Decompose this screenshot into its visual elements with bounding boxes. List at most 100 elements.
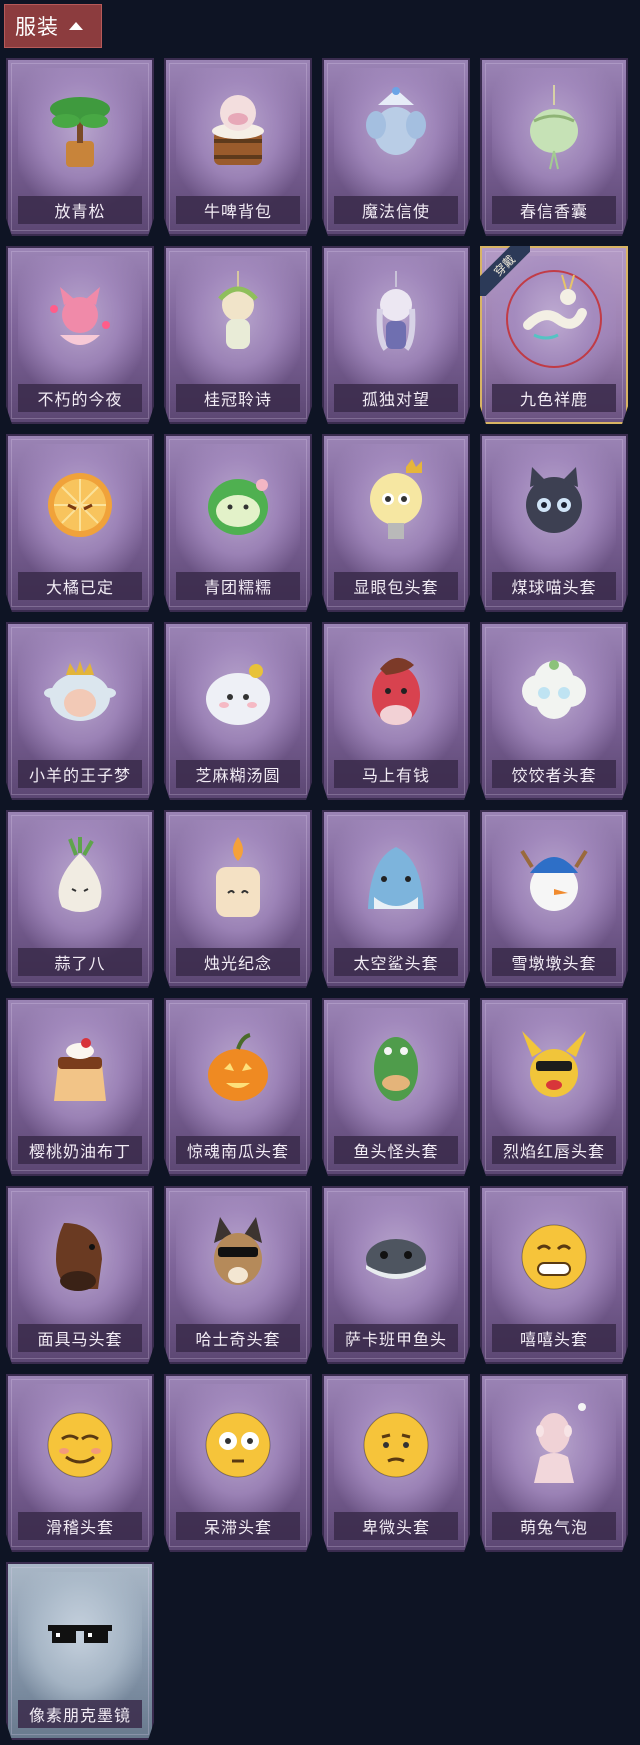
card-name: 牛啤背包 <box>203 202 272 221</box>
costume-card[interactable]: 放青松 <box>6 58 154 236</box>
costume-card[interactable]: 小羊的王子梦 <box>6 622 154 800</box>
costume-card[interactable]: 不朽的今夜 <box>6 246 154 424</box>
costume-card[interactable]: 饺饺者头套 <box>480 622 628 800</box>
costume-card[interactable]: 滑稽头套 <box>6 1374 154 1552</box>
costume-section-toggle[interactable]: 服装 <box>4 4 102 48</box>
card-name-plate: 雪墩墩头套 <box>492 948 616 976</box>
equipped-badge: 穿戴 <box>480 246 530 296</box>
sacabambaspis-icon <box>356 1208 436 1300</box>
costume-card[interactable]: 桂冠聆诗 <box>164 246 312 424</box>
costume-card[interactable]: 惊魂南瓜头套 <box>164 998 312 1176</box>
lonely-doll-icon <box>356 268 436 360</box>
card-name: 煤球喵头套 <box>511 578 597 597</box>
card-name: 萌兔气泡 <box>519 1518 588 1537</box>
costume-card[interactable]: 樱桃奶油布丁 <box>6 998 154 1176</box>
card-name-plate: 大橘已定 <box>18 572 142 600</box>
equipped-badge-label: 穿戴 <box>490 251 518 279</box>
costume-card[interactable]: 芝麻糊汤圆 <box>164 622 312 800</box>
costume-card[interactable]: 青团糯糯 <box>164 434 312 612</box>
costume-card[interactable]: 大橘已定 <box>6 434 154 612</box>
card-name: 太空鲨头套 <box>353 954 439 973</box>
costume-card[interactable]: 九色祥鹿 穿戴 <box>480 246 628 424</box>
card-name: 烛光纪念 <box>203 954 272 973</box>
costume-card[interactable]: 春信香囊 <box>480 58 628 236</box>
costume-card[interactable]: 孤独对望 <box>322 246 470 424</box>
card-name-plate: 显眼包头套 <box>334 572 458 600</box>
card-name-plate: 春信香囊 <box>492 196 616 224</box>
pink-fox-icon <box>40 268 120 360</box>
card-name: 像素朋克墨镜 <box>28 1706 131 1725</box>
fish-head-icon <box>356 1020 436 1112</box>
humble-emoji-icon <box>356 1396 436 1488</box>
pixel-sunglasses-icon <box>40 1584 120 1676</box>
black-cat-head-icon <box>514 456 594 548</box>
card-name: 春信香囊 <box>519 202 588 221</box>
green-rice-ball-icon <box>198 456 278 548</box>
costume-card[interactable]: 呆滞头套 <box>164 1374 312 1552</box>
card-name: 惊魂南瓜头套 <box>186 1142 289 1161</box>
costume-card[interactable]: 雪墩墩头套 <box>480 810 628 988</box>
costume-card[interactable]: 哈士奇头套 <box>164 1186 312 1364</box>
card-name: 放青松 <box>54 202 106 221</box>
costume-grid: 放青松 牛啤背包 魔法信使 春信香囊不朽的今夜 桂冠聆诗 孤独对望 九色祥鹿 穿戴大橘已定 青团… <box>6 58 634 1740</box>
husky-head-icon <box>198 1208 278 1300</box>
card-name-plate: 卑微头套 <box>334 1512 458 1540</box>
card-name-plate: 面具马头套 <box>18 1324 142 1352</box>
card-name-plate: 鱼头怪头套 <box>334 1136 458 1164</box>
card-name-plate: 九色祥鹿 <box>492 384 616 412</box>
costume-card[interactable]: 卑微头套 <box>322 1374 470 1552</box>
costume-card[interactable]: 煤球喵头套 <box>480 434 628 612</box>
grin-emoji-icon <box>514 1208 594 1300</box>
candle-icon <box>198 832 278 924</box>
cloud-dumpling-head-icon <box>514 644 594 736</box>
dazed-emoji-icon <box>198 1396 278 1488</box>
card-name: 孤独对望 <box>361 390 430 409</box>
costume-card[interactable]: 烛光纪念 <box>164 810 312 988</box>
card-name-plate: 滑稽头套 <box>18 1512 142 1540</box>
card-name-plate: 孤独对望 <box>334 384 458 412</box>
costume-card[interactable]: 蒜了八 <box>6 810 154 988</box>
card-name-plate: 嘻嘻头套 <box>492 1324 616 1352</box>
costume-card[interactable]: 太空鲨头套 <box>322 810 470 988</box>
pudding-icon <box>40 1020 120 1112</box>
card-name: 小羊的王子梦 <box>28 766 131 785</box>
costume-card[interactable]: 马上有钱 <box>322 622 470 800</box>
card-name-plate: 烈焰红唇头套 <box>492 1136 616 1164</box>
card-name-plate: 饺饺者头套 <box>492 760 616 788</box>
card-name-plate: 桂冠聆诗 <box>176 384 300 412</box>
card-name: 樱桃奶油布丁 <box>28 1142 131 1161</box>
horse-mask-icon <box>40 1208 120 1300</box>
card-name: 马上有钱 <box>361 766 430 785</box>
card-name: 蒜了八 <box>54 954 106 973</box>
card-name: 滑稽头套 <box>45 1518 114 1537</box>
costume-card[interactable]: 像素朋克墨镜 <box>6 1562 154 1740</box>
costume-card[interactable]: 嘻嘻头套 <box>480 1186 628 1364</box>
costume-card[interactable]: 面具马头套 <box>6 1186 154 1364</box>
card-name-plate: 太空鲨头套 <box>334 948 458 976</box>
costume-card[interactable]: 牛啤背包 <box>164 58 312 236</box>
card-name: 青团糯糯 <box>203 578 272 597</box>
costume-card[interactable]: 萨卡班甲鱼头 <box>322 1186 470 1364</box>
card-name-plate: 惊魂南瓜头套 <box>176 1136 300 1164</box>
costume-card[interactable]: 萌兔气泡 <box>480 1374 628 1552</box>
card-name: 呆滞头套 <box>203 1518 272 1537</box>
card-name: 不朽的今夜 <box>37 390 123 409</box>
card-name: 烈焰红唇头套 <box>502 1142 605 1161</box>
card-name-plate: 放青松 <box>18 196 142 224</box>
card-name-plate: 萌兔气泡 <box>492 1512 616 1540</box>
funny-emoji-icon <box>40 1396 120 1488</box>
laurel-doll-icon <box>198 268 278 360</box>
costume-card[interactable]: 烈焰红唇头套 <box>480 998 628 1176</box>
card-name-plate: 呆滞头套 <box>176 1512 300 1540</box>
pumpkin-head-icon <box>198 1020 278 1112</box>
card-name-plate: 马上有钱 <box>334 760 458 788</box>
bunny-bubble-icon <box>514 1396 594 1488</box>
card-name: 大橘已定 <box>45 578 114 597</box>
card-name: 哈士奇头套 <box>195 1330 281 1349</box>
card-name: 九色祥鹿 <box>519 390 588 409</box>
dumpling-icon <box>198 644 278 736</box>
costume-card[interactable]: 显眼包头套 <box>322 434 470 612</box>
costume-card[interactable]: 鱼头怪头套 <box>322 998 470 1176</box>
card-name: 嘻嘻头套 <box>519 1330 588 1349</box>
costume-card[interactable]: 魔法信使 <box>322 58 470 236</box>
